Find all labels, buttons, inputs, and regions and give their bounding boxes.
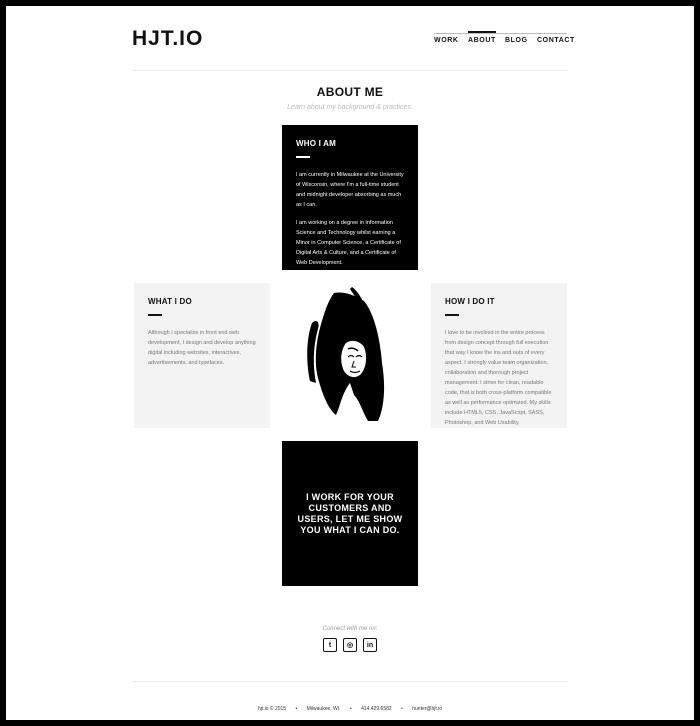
card-how-i-do-it: HOW I DO IT I love to be involved in the… xyxy=(431,283,567,428)
card-paragraph: Although I specialize in front end web d… xyxy=(148,330,256,366)
footer: hjt.io © 2015 • Milwaukee, WI. • 414.429… xyxy=(132,706,568,712)
twitter-icon[interactable]: t xyxy=(323,638,337,652)
nav-item-contact[interactable]: CONTACT xyxy=(537,32,575,44)
footer-copyright: hjt.io © 2015 xyxy=(257,706,287,712)
card-heading: WHO I AM xyxy=(296,139,336,148)
nav-item-work[interactable]: WORK xyxy=(434,32,459,44)
footer-separator: • xyxy=(401,706,403,712)
page-subtitle: Learn about my background & practices. xyxy=(287,104,413,111)
card-paragraph: I love to be involved in the entire proc… xyxy=(445,330,552,426)
footer-separator: • xyxy=(349,706,352,712)
footer-location: Milwaukee, WI. xyxy=(306,706,341,712)
nav-item-blog[interactable]: BLOG xyxy=(505,32,528,44)
page-title: ABOUT ME xyxy=(316,85,384,99)
card-paragraph: I am working on a degree in Information … xyxy=(296,220,401,266)
heading-underline xyxy=(445,314,459,316)
footer-email[interactable]: hunter@hjt.io xyxy=(412,706,442,712)
heading-underline xyxy=(296,156,310,158)
page: HJT.IO WORK ABOUT BLOG CONTACT ABOUT ME … xyxy=(6,6,694,720)
card-what-i-do: WHAT I DO Although I specialize in front… xyxy=(134,283,270,428)
connect-label: Connect with me on: xyxy=(322,626,378,632)
twitter-glyph: t xyxy=(328,641,332,649)
card-paragraph: I am currently in Milwaukee at the Unive… xyxy=(296,172,404,208)
linkedin-icon[interactable]: in xyxy=(363,638,377,652)
card-who-i-am: WHO I AM I am currently in Milwaukee at … xyxy=(282,125,418,270)
footer-phone[interactable]: 414.429.6582 xyxy=(361,706,392,712)
github-glyph: ◎ xyxy=(346,642,354,649)
github-icon[interactable]: ◎ xyxy=(343,638,357,652)
cta-text: I WORK FOR YOUR CUSTOMERS AND USERS, LET… xyxy=(297,491,403,535)
card-heading: HOW I DO IT xyxy=(445,297,495,306)
heading-underline xyxy=(148,314,162,316)
nav-item-about[interactable]: ABOUT xyxy=(468,31,496,44)
card-heading: WHAT I DO xyxy=(148,297,192,306)
site-logo[interactable]: HJT.IO xyxy=(132,27,203,51)
portrait-illustration xyxy=(282,283,418,428)
footer-separator: • xyxy=(295,706,298,712)
header-divider xyxy=(132,70,568,71)
cta-card: I WORK FOR YOUR CUSTOMERS AND USERS, LET… xyxy=(282,441,418,586)
linkedin-glyph: in xyxy=(366,641,374,649)
footer-divider xyxy=(132,681,568,682)
